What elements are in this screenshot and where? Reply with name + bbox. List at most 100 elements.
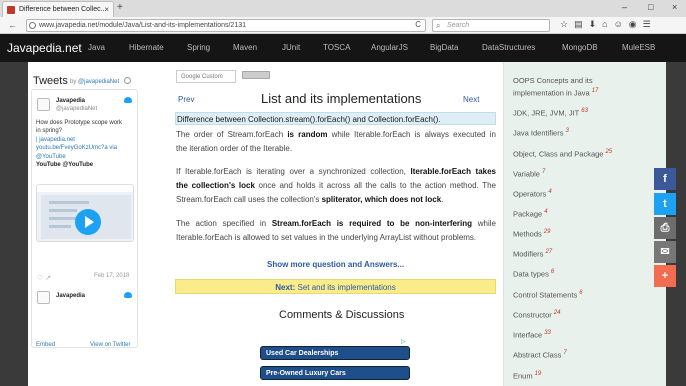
nav-angularjs[interactable]: AngularJS xyxy=(371,43,408,52)
ad-button[interactable]: Pre-Owned Luxury Cars xyxy=(260,366,410,380)
bold-text: Stream.forEach is required to be non-int… xyxy=(271,219,473,228)
address-bar[interactable]: www.javapedia.net/module/Java/List-and-i… xyxy=(26,19,426,32)
text: while Iterable.forEach is always execute… xyxy=(327,130,497,139)
sidebar-item-variable[interactable]: Variable 7 xyxy=(513,169,545,179)
nav-maven[interactable]: Maven xyxy=(233,43,257,52)
video-thumbnail xyxy=(41,195,131,239)
info-icon[interactable] xyxy=(124,77,131,84)
sidebar-item-oops-java[interactable]: implementation in Java 17 xyxy=(513,88,598,98)
sidebar-item-data-types[interactable]: Data types 6 xyxy=(513,269,554,279)
tweet-author-name[interactable]: Javapedia xyxy=(56,98,85,104)
twitter-timeline[interactable]: Javapedia @javapediaNet How does Prototy… xyxy=(31,89,138,348)
nav-tosca[interactable]: TOSCA xyxy=(323,43,350,52)
sidebar-item-interface[interactable]: Interface 33 xyxy=(513,330,551,340)
sidebar-item-modifiers[interactable]: Modifiers 27 xyxy=(513,249,552,259)
tab-close-icon[interactable]: × xyxy=(104,5,109,14)
browser-search-input[interactable]: ⌕ Search xyxy=(432,19,550,32)
sidebar-item-count: 6 xyxy=(579,290,583,296)
sidebar-item-object-class[interactable]: Object, Class and Package 25 xyxy=(513,149,612,159)
sidebar-item-enum[interactable]: Enum 19 xyxy=(513,371,541,381)
sidebar-item-count: 25 xyxy=(605,149,613,155)
sidebar-item-operators[interactable]: Operators 4 xyxy=(513,189,552,199)
reload-icon[interactable]: C xyxy=(415,20,421,29)
sidebar-item-package[interactable]: Package 4 xyxy=(513,209,548,219)
tweet-line: How does Prototype scope work xyxy=(36,120,123,126)
minimize-button[interactable]: – xyxy=(622,2,627,12)
new-tab-button[interactable]: + xyxy=(117,2,123,13)
twitter-share-button[interactable]: t xyxy=(654,193,676,215)
next-link[interactable]: Next xyxy=(463,95,479,104)
sidebar-item-identifiers[interactable]: Java Identifiers 3 xyxy=(513,128,569,138)
info-icon[interactable] xyxy=(29,22,36,29)
tweet-author-name[interactable]: Javapedia xyxy=(56,293,85,299)
download-icon[interactable]: ⬇ xyxy=(589,19,603,29)
embed-link[interactable]: Embed xyxy=(36,342,55,348)
sidebar-item-constructor[interactable]: Constructor 24 xyxy=(513,310,560,320)
plus-icon: + xyxy=(661,270,669,282)
tweet-via[interactable]: @YouTube xyxy=(36,153,134,161)
show-more-link[interactable]: Show more question and Answers... xyxy=(267,260,404,269)
nav-hibernate[interactable]: Hibernate xyxy=(129,43,164,52)
ad-button[interactable]: Used Car Dealerships xyxy=(260,346,410,360)
paragraph-line: The action specified in Stream.forEach i… xyxy=(176,217,496,231)
nav-datastructures[interactable]: DataStructures xyxy=(482,43,535,52)
menu-icon[interactable]: ☰ xyxy=(643,19,657,29)
sidebar-item-label: Control Statements xyxy=(513,290,578,300)
view-on-twitter-link[interactable]: View on Twitter xyxy=(90,342,130,348)
tweet-actions[interactable]: ♡ ↗ xyxy=(37,274,51,282)
adchoices-icon[interactable]: ▷ xyxy=(401,338,406,345)
reading-list-icon[interactable]: ▤ xyxy=(574,19,589,29)
tweet-link[interactable]: | javapedia.net xyxy=(36,136,134,144)
search-button[interactable] xyxy=(242,71,270,79)
bookmark-star-icon[interactable]: ☆ xyxy=(560,19,574,29)
sidebar-item-abstract-class[interactable]: Abstract Class 7 xyxy=(513,350,567,360)
video-card-bar xyxy=(37,185,133,192)
browser-tab[interactable]: Difference between Collec... × xyxy=(2,1,114,17)
play-icon[interactable] xyxy=(75,209,101,235)
avatar[interactable] xyxy=(37,98,50,111)
smiley-icon[interactable]: ☺ xyxy=(614,19,629,29)
back-button[interactable]: ← xyxy=(8,20,17,30)
video-card[interactable] xyxy=(36,184,134,242)
nav-spring[interactable]: Spring xyxy=(187,43,210,52)
tweet-date[interactable]: Feb 17, 2018 xyxy=(94,273,129,279)
nav-mongodb[interactable]: MongoDB xyxy=(562,43,598,52)
twitter-widget: Tweets by @javapediaNet Javapedia @javap… xyxy=(28,62,168,386)
nav-java[interactable]: Java xyxy=(88,43,105,52)
question-highlight: Difference between Collection.stream().f… xyxy=(175,112,496,125)
next-topic-bar[interactable]: Next: Set and its implementations xyxy=(175,279,496,294)
next-topic-link[interactable]: Set and its implementations xyxy=(297,283,395,292)
answer-paragraph: If Iterable.forEach is iterating over a … xyxy=(176,165,496,207)
tweet-link[interactable]: youtu.be/FveyGoKzUmc?a via xyxy=(36,144,134,152)
sidebar-item-count: 4 xyxy=(548,189,552,195)
home-icon[interactable]: ⌂ xyxy=(602,19,613,29)
maximize-button[interactable]: □ xyxy=(648,2,653,12)
email-share-button[interactable]: ✉ xyxy=(654,241,676,263)
sidebar-item-methods[interactable]: Methods 29 xyxy=(513,229,550,239)
tweet-author-handle[interactable]: @javapediaNet xyxy=(56,106,97,112)
avatar[interactable] xyxy=(37,291,50,304)
nav-junit[interactable]: JUnit xyxy=(282,43,300,52)
twitter-icon: t xyxy=(663,198,667,210)
thumbnail-line xyxy=(49,201,89,204)
toolbar-icons: ☆▤⬇⌂☺◉☰ xyxy=(560,19,657,30)
more-share-button[interactable]: + xyxy=(654,265,676,287)
twitter-handle-link[interactable]: @javapediaNet xyxy=(78,79,119,85)
thumbnail-line xyxy=(49,209,77,212)
paragraph-line: The order of Stream.forEach is random wh… xyxy=(176,128,496,142)
print-share-button[interactable]: ⎙ xyxy=(654,217,676,239)
close-window-button[interactable]: × xyxy=(672,2,677,12)
site-logo[interactable]: Javapedia.net xyxy=(7,41,82,55)
print-icon: ⎙ xyxy=(660,222,670,234)
nav-bigdata[interactable]: BigData xyxy=(430,43,458,52)
prev-link[interactable]: Prev xyxy=(178,95,194,104)
sidebar-item-control-statements[interactable]: Control Statements 6 xyxy=(513,290,583,300)
sidebar-item-jdk[interactable]: JDK, JRE, JVM, JIT 63 xyxy=(513,108,588,118)
nav-muleesb[interactable]: MuleESB xyxy=(622,43,655,52)
sidebar-item-label: Data types xyxy=(513,269,549,279)
facebook-share-button[interactable]: f xyxy=(654,168,676,190)
sidebar-item-oops[interactable]: OOPS Concepts and its xyxy=(513,76,593,85)
search-input[interactable]: Google Custom xyxy=(176,70,236,83)
extension-icon[interactable]: ◉ xyxy=(629,19,643,29)
paragraph-line: If Iterable.forEach is iterating over a … xyxy=(176,165,496,179)
